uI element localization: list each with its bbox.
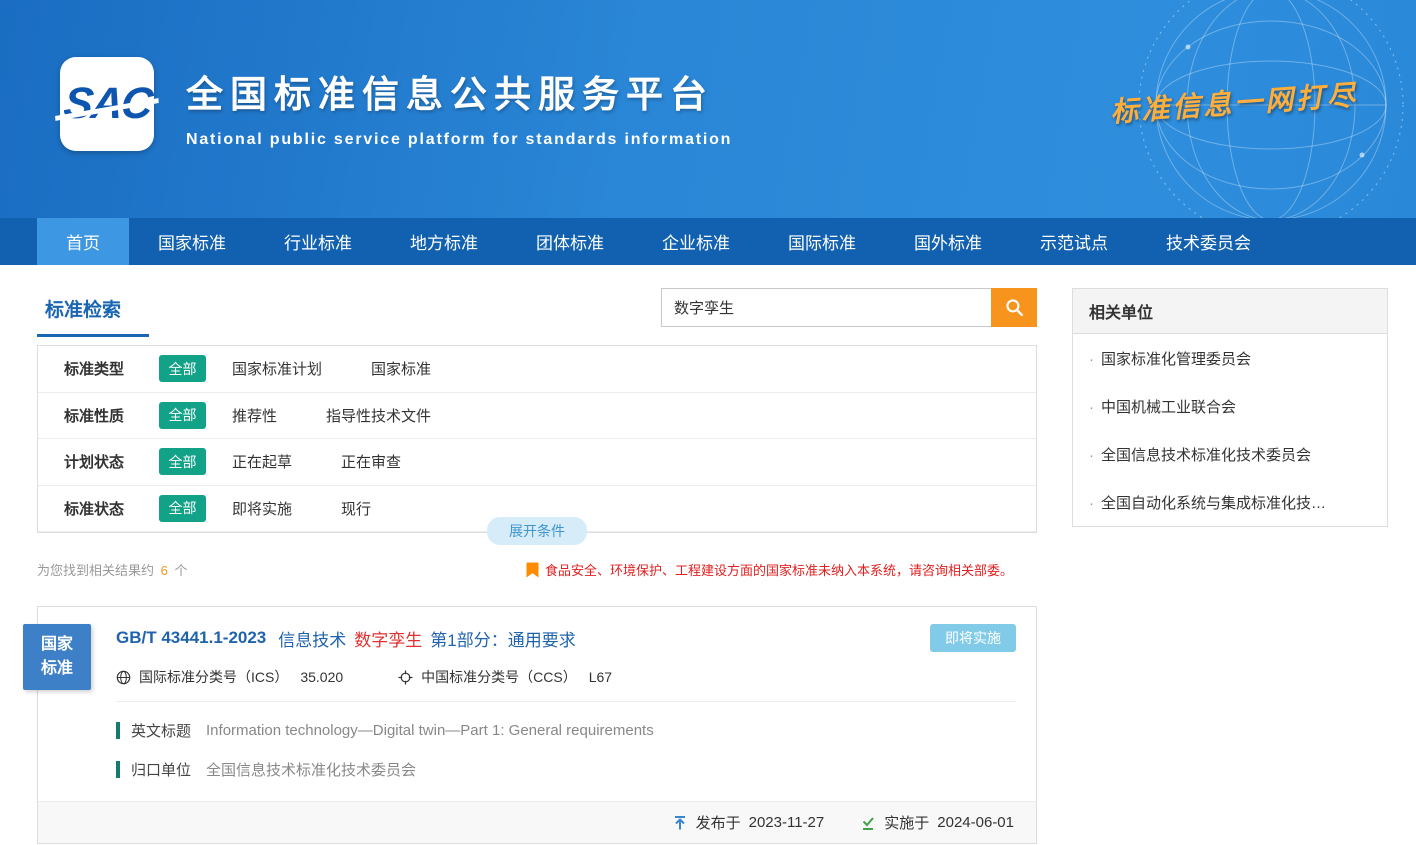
sidebar-item-machinery-federation[interactable]: 中国机械工业联合会 — [1073, 382, 1387, 430]
filter-option[interactable]: 国家标准 — [371, 358, 431, 379]
implement-date: 2024-06-01 — [937, 814, 1014, 831]
filter-row-standard-type: 标准类型 全部 国家标准计划 国家标准 — [38, 346, 1036, 393]
sac-logo: SAC — [60, 57, 154, 151]
filter-option[interactable]: 即将实施 — [232, 498, 292, 519]
standard-title-part2[interactable]: 第1部分：通用要求 — [430, 626, 575, 651]
filter-option[interactable]: 正在起草 — [232, 451, 292, 472]
results-summary-prefix: 为您找到相关结果约 — [37, 563, 154, 578]
nav-item-enterprise-standard[interactable]: 企业标准 — [633, 218, 759, 265]
results-summary: 为您找到相关结果约 6 个 — [37, 560, 188, 579]
result-card: 国家 标准 GB/T 43441.1-2023 信息技术 数字孪生 第1部分：通… — [37, 606, 1037, 844]
filter-box: 标准类型 全部 国家标准计划 国家标准 标准性质 全部 推荐性 指导性技术文件 … — [37, 345, 1037, 533]
all-button[interactable]: 全部 — [159, 448, 206, 475]
bookmark-icon — [526, 562, 539, 578]
card-type-badge: 国家 标准 — [23, 624, 91, 690]
ics-value: 35.020 — [300, 669, 343, 685]
search-box — [661, 288, 1037, 327]
ccs-value: L67 — [589, 669, 612, 685]
ics-label: 国际标准分类号（ICS） — [139, 667, 288, 687]
nav-item-group-standard[interactable]: 团体标准 — [507, 218, 633, 265]
ccs-classification: 中国标准分类号（CCS） L67 — [398, 667, 612, 687]
english-title-value: Information technology—Digital twin—Part… — [206, 722, 654, 739]
org-value: 全国信息技术标准化技术委员会 — [206, 759, 416, 780]
nav-item-industry-standard[interactable]: 行业标准 — [255, 218, 381, 265]
publish-label: 发布于 — [696, 812, 741, 833]
search-icon — [1005, 298, 1024, 317]
card-type-badge-line2: 标准 — [41, 657, 73, 681]
teal-bar — [116, 722, 120, 739]
nav-item-technical-committee[interactable]: 技术委员会 — [1137, 218, 1280, 265]
site-header: SAC 全国标准信息公共服务平台 National public service… — [0, 0, 1416, 218]
standard-code[interactable]: GB/T 43441.1-2023 — [116, 628, 266, 648]
notice-banner: 食品安全、环境保护、工程建设方面的国家标准未纳入本系统，请咨询相关部委。 — [526, 560, 1013, 579]
nav-item-pilot[interactable]: 示范试点 — [1011, 218, 1137, 265]
filter-label: 标准状态 — [64, 498, 159, 519]
results-count: 6 — [161, 563, 168, 578]
org-label: 归口单位 — [131, 759, 191, 780]
filter-label: 计划状态 — [64, 451, 159, 472]
filter-row-standard-nature: 标准性质 全部 推荐性 指导性技术文件 — [38, 393, 1036, 440]
implement-date-item: 实施于 2024-06-01 — [860, 812, 1014, 833]
notice-text: 食品安全、环境保护、工程建设方面的国家标准未纳入本系统，请咨询相关部委。 — [545, 560, 1013, 579]
tab-standard-search[interactable]: 标准检索 — [37, 288, 149, 337]
related-units-panel: 相关单位 国家标准化管理委员会 中国机械工业联合会 全国信息技术标准化技术委员会… — [1072, 288, 1388, 527]
standard-title-link[interactable]: GB/T 43441.1-2023 信息技术 数字孪生 第1部分：通用要求 即将… — [116, 624, 1016, 652]
filter-option[interactable]: 国家标准计划 — [232, 358, 322, 379]
all-button[interactable]: 全部 — [159, 402, 206, 429]
all-button[interactable]: 全部 — [159, 355, 206, 382]
publish-date-item: 发布于 2023-11-27 — [672, 812, 825, 833]
publish-date: 2023-11-27 — [749, 814, 825, 831]
filter-label: 标准类型 — [64, 358, 159, 379]
nav-item-local-standard[interactable]: 地方标准 — [381, 218, 507, 265]
english-title-label: 英文标题 — [131, 720, 191, 741]
nav-item-foreign-standard[interactable]: 国外标准 — [885, 218, 1011, 265]
standard-title-highlight[interactable]: 数字孪生 — [354, 626, 422, 651]
platform-subtitle: National public service platform for sta… — [186, 131, 732, 149]
target-icon — [398, 670, 413, 685]
search-input[interactable] — [661, 288, 991, 327]
sidebar-item-it-standardization-committee[interactable]: 全国信息技术标准化技术委员会 — [1073, 430, 1387, 478]
all-button[interactable]: 全部 — [159, 495, 206, 522]
implement-icon — [860, 815, 876, 831]
nav-item-home[interactable]: 首页 — [37, 218, 129, 265]
main-nav: 首页 国家标准 行业标准 地方标准 团体标准 企业标准 国际标准 国外标准 示范… — [0, 218, 1416, 265]
related-units-title: 相关单位 — [1073, 289, 1387, 334]
sidebar-item-sac[interactable]: 国家标准化管理委员会 — [1073, 334, 1387, 382]
filter-option[interactable]: 正在审查 — [341, 451, 401, 472]
publish-icon — [672, 815, 688, 831]
results-summary-suffix: 个 — [175, 563, 188, 578]
implement-label: 实施于 — [884, 812, 929, 833]
card-footer: 发布于 2023-11-27 实施于 2024-06-01 — [38, 801, 1036, 843]
globe-icon — [116, 670, 131, 685]
teal-bar — [116, 761, 120, 778]
ics-classification: 国际标准分类号（ICS） 35.020 — [116, 667, 343, 687]
english-title-row: 英文标题 Information technology—Digital twin… — [116, 720, 1016, 741]
filter-option[interactable]: 现行 — [341, 498, 371, 519]
standard-title-part1[interactable]: 信息技术 — [278, 626, 346, 651]
nav-item-national-standard[interactable]: 国家标准 — [129, 218, 255, 265]
sidebar-item-automation-committee[interactable]: 全国自动化系统与集成标准化技… — [1073, 478, 1387, 526]
filter-row-plan-status: 计划状态 全部 正在起草 正在审查 — [38, 439, 1036, 486]
card-type-badge-line1: 国家 — [41, 633, 73, 657]
nav-item-international-standard[interactable]: 国际标准 — [759, 218, 885, 265]
expand-conditions-button[interactable]: 展开条件 — [487, 517, 587, 545]
search-button[interactable] — [991, 288, 1037, 327]
org-row: 归口单位 全国信息技术标准化技术委员会 — [116, 759, 1016, 780]
status-badge: 即将实施 — [930, 624, 1016, 652]
filter-label: 标准性质 — [64, 405, 159, 426]
sac-logo-text: SAC — [61, 79, 153, 129]
platform-title: 全国标准信息公共服务平台 — [186, 64, 732, 118]
filter-option[interactable]: 推荐性 — [232, 405, 277, 426]
classification-row: 国际标准分类号（ICS） 35.020 中国标准分类号（CCS） L67 — [116, 667, 1016, 702]
ccs-label: 中国标准分类号（CCS） — [421, 667, 577, 687]
filter-option[interactable]: 指导性技术文件 — [326, 405, 431, 426]
